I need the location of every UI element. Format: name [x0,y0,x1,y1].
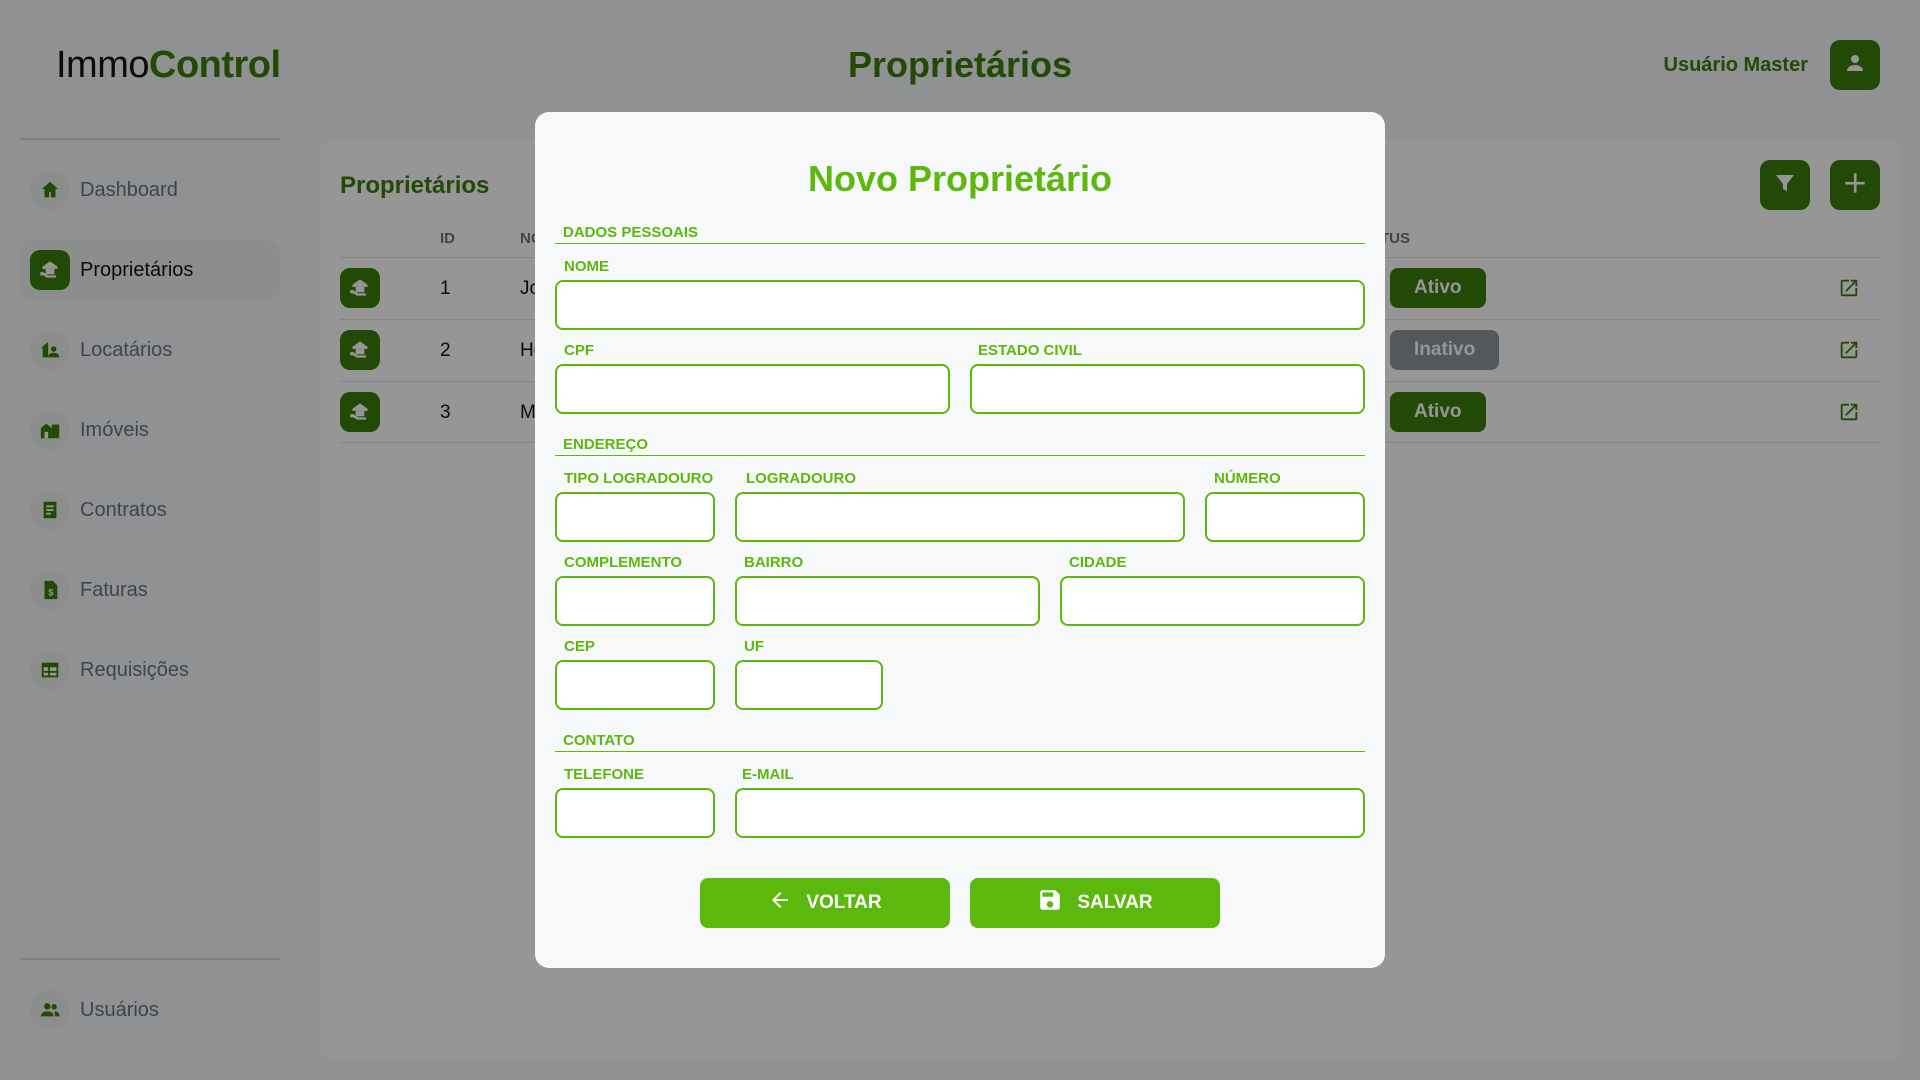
arrow-left-icon [768,888,792,918]
field-label-cidade: CIDADE [1069,554,1127,571]
field-label-estado-civil: ESTADO CIVIL [978,342,1082,359]
field-label-telefone: TELEFONE [564,766,645,783]
back-button[interactable]: VOLTAR [700,878,950,928]
save-button[interactable]: SALVAR [970,878,1220,928]
nome-input[interactable] [557,282,1363,328]
field-label-email: E-MAIL [742,766,794,783]
cpf-field-box [555,364,950,414]
modal-title: Novo Proprietário [807,158,1113,199]
cep-field-box [555,660,715,710]
numero-input[interactable] [1207,494,1363,540]
telefone-input[interactable] [557,790,713,836]
save-icon [1037,887,1063,919]
field-label-bairro: BAIRRO [744,554,804,571]
cpf-input[interactable] [557,366,948,412]
nome-field-box [555,280,1365,330]
field-label-logradouro: LOGRADOURO [746,470,856,487]
section-header-address: ENDEREÇO [555,436,1365,456]
back-button-label: VOLTAR [806,892,882,913]
email-input[interactable] [737,790,1363,836]
telefone-field-box [555,788,715,838]
field-label-uf: UF [744,638,764,655]
complemento-input[interactable] [557,578,713,624]
save-button-label: SALVAR [1077,892,1153,913]
tipo-logradouro-input[interactable] [557,494,713,540]
cidade-input[interactable] [1062,578,1363,624]
section-header-contact: CONTATO [555,732,1365,752]
field-label-complemento: COMPLEMENTO [564,554,683,571]
complemento-field-box [555,576,715,626]
field-label-tipo-logradouro: TIPO LOGRADOURO [564,470,714,487]
estado-civil-input[interactable] [972,366,1363,412]
field-label-cpf: CPF [564,342,594,359]
logradouro-input[interactable] [737,494,1183,540]
new-owner-modal: Novo Proprietário DADOS PESSOAIS NOME CP… [535,112,1385,968]
field-label-numero: NÚMERO [1214,470,1281,487]
estado-civil-field-box [970,364,1365,414]
bairro-input[interactable] [737,578,1038,624]
logradouro-field-box [735,492,1185,542]
email-field-box [735,788,1365,838]
section-header-personal: DADOS PESSOAIS [555,224,1365,244]
numero-field-box [1205,492,1365,542]
cep-input[interactable] [557,662,713,708]
tipo-logradouro-field-box [555,492,715,542]
uf-input[interactable] [737,662,881,708]
field-label-cep: CEP [564,638,595,655]
uf-field-box [735,660,883,710]
cidade-field-box [1060,576,1365,626]
bairro-field-box [735,576,1040,626]
field-label-nome: NOME [564,258,609,275]
